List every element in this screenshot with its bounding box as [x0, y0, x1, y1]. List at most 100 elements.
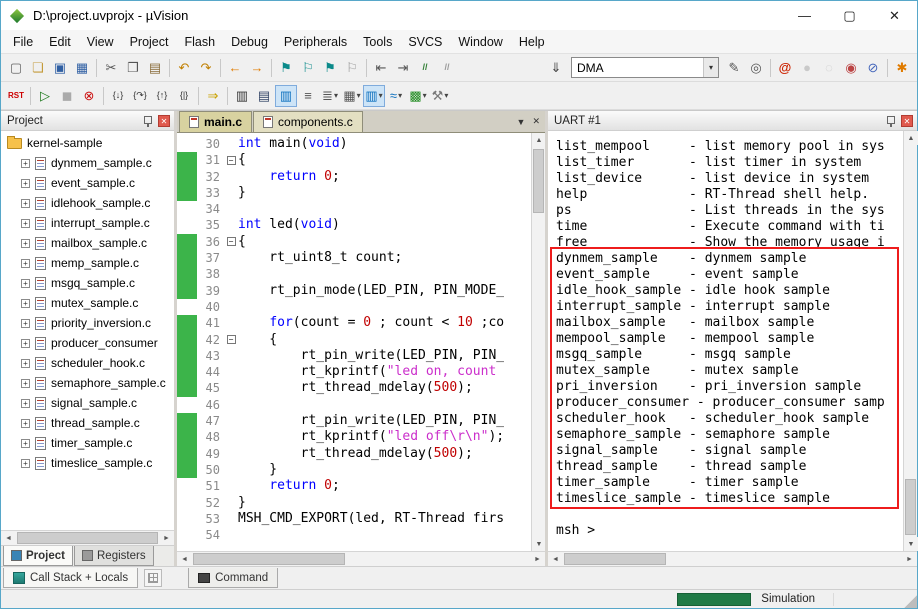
system-viewer-dropdown[interactable]: ▩ [407, 85, 429, 107]
menu-item-view[interactable]: View [79, 32, 122, 52]
expand-plus-icon[interactable] [21, 258, 30, 268]
expand-plus-icon[interactable] [21, 458, 30, 468]
scroll-track[interactable] [16, 531, 159, 545]
tree-item[interactable]: signal_sample.c [1, 393, 174, 413]
scroll-up-icon[interactable] [532, 133, 546, 147]
fold-collapse-icon[interactable] [226, 155, 236, 165]
run-to-cursor-button[interactable]: {|} [173, 85, 195, 107]
redo-button[interactable]: ↷ [195, 57, 217, 79]
tree-item[interactable]: mailbox_sample.c [1, 233, 174, 253]
minimize-button[interactable]: — [782, 1, 827, 30]
save-file-button[interactable]: ▣ [49, 57, 71, 79]
kill-all-breakpoints-button[interactable]: ⊘ [862, 57, 884, 79]
menu-item-file[interactable]: File [5, 32, 41, 52]
maximize-button[interactable]: ▢ [827, 1, 872, 30]
menu-item-window[interactable]: Window [450, 32, 510, 52]
expand-plus-icon[interactable] [21, 378, 30, 388]
expand-plus-icon[interactable] [21, 418, 30, 428]
cut-button[interactable]: ✂ [100, 57, 122, 79]
scroll-thumb[interactable] [17, 532, 158, 544]
code-area[interactable]: 30int main(void)31{32 return 0;33}3435in… [177, 133, 531, 551]
halt-button[interactable]: ⊗ [78, 85, 100, 107]
fold-collapse-icon[interactable] [226, 237, 236, 247]
pin-icon[interactable] [142, 115, 153, 127]
pin-icon[interactable] [885, 115, 896, 127]
tree-root-item[interactable]: kernel-sample [1, 133, 174, 153]
bookmark-previous-button[interactable]: ⚐ [297, 57, 319, 79]
expand-plus-icon[interactable] [21, 278, 30, 288]
expand-plus-icon[interactable] [21, 398, 30, 408]
expand-plus-icon[interactable] [21, 198, 30, 208]
scroll-right-icon[interactable] [530, 551, 545, 567]
indent-button[interactable]: ⇥ [392, 57, 414, 79]
expand-plus-icon[interactable] [21, 238, 30, 248]
scroll-thumb[interactable] [564, 553, 666, 565]
serial-window-button[interactable]: ▥ [275, 84, 297, 107]
tree-item[interactable]: semaphore_sample.c [1, 373, 174, 393]
menu-item-project[interactable]: Project [122, 32, 177, 52]
resize-grip[interactable] [903, 594, 917, 608]
uart-hscrollbar[interactable] [548, 551, 917, 567]
target-options-button[interactable]: ✱ [891, 57, 913, 79]
menu-item-peripherals[interactable]: Peripherals [276, 32, 355, 52]
uart-vscrollbar[interactable] [903, 131, 918, 551]
scroll-track[interactable] [563, 552, 902, 566]
menu-item-edit[interactable]: Edit [41, 32, 79, 52]
tree-item[interactable]: timeslice_sample.c [1, 453, 174, 473]
find-in-files-button[interactable]: ◎ [745, 57, 767, 79]
uncomment-button[interactable]: // [436, 57, 458, 79]
bookmark-clear-button[interactable]: ⚐ [341, 57, 363, 79]
toolbox-dropdown[interactable]: ⚒ [429, 85, 451, 107]
flash-download-button[interactable]: ⇓ [545, 57, 567, 79]
scroll-track[interactable] [904, 145, 917, 537]
show-next-statement-button[interactable]: ⇒ [202, 85, 224, 107]
undo-button[interactable]: ↶ [173, 57, 195, 79]
registers-window-button[interactable]: ≡ [297, 85, 319, 107]
debug-session-button[interactable]: @ [774, 57, 796, 79]
tree-item[interactable]: interrupt_sample.c [1, 213, 174, 233]
expand-plus-icon[interactable] [21, 158, 30, 168]
scroll-thumb[interactable] [533, 149, 544, 213]
navigate-back-button[interactable]: ← [224, 57, 246, 79]
panel-close-icon[interactable] [901, 114, 913, 127]
scroll-track[interactable] [532, 147, 545, 537]
step-out-button[interactable]: {↑} [151, 85, 173, 107]
analysis-windows-dropdown[interactable]: ≈ [385, 85, 407, 107]
disassembly-window-button[interactable]: ▤ [253, 85, 275, 107]
tab-close-icon[interactable]: ✕ [532, 116, 540, 127]
watch-window-dropdown[interactable]: ≣ [319, 85, 341, 107]
chevron-down-icon[interactable] [703, 58, 718, 77]
configure-target-button[interactable]: ✎ [723, 57, 745, 79]
command-tab[interactable]: Command [188, 568, 279, 588]
step-into-button[interactable]: {↓} [107, 85, 129, 107]
scroll-left-icon[interactable] [177, 551, 192, 567]
open-file-button[interactable]: ❏ [27, 57, 49, 79]
scroll-left-icon[interactable] [548, 551, 563, 567]
expand-plus-icon[interactable] [21, 438, 30, 448]
dock-windows-button[interactable] [144, 569, 163, 587]
scroll-up-icon[interactable] [904, 131, 918, 145]
new-file-button[interactable]: ▢ [5, 57, 27, 79]
bookmark-next-button[interactable]: ⚑ [319, 57, 341, 79]
expand-plus-icon[interactable] [21, 358, 30, 368]
expand-plus-icon[interactable] [21, 178, 30, 188]
editor-vscrollbar[interactable] [531, 133, 546, 551]
tree-item[interactable]: dynmem_sample.c [1, 153, 174, 173]
tree-item[interactable]: msgq_sample.c [1, 273, 174, 293]
scroll-track[interactable] [192, 552, 530, 566]
scroll-thumb[interactable] [193, 553, 346, 565]
expand-plus-icon[interactable] [21, 338, 30, 348]
panel-tab-project[interactable]: Project [3, 546, 73, 566]
tree-item[interactable]: mutex_sample.c [1, 293, 174, 313]
menu-item-debug[interactable]: Debug [223, 32, 276, 52]
tree-item[interactable]: producer_consumer [1, 333, 174, 353]
scroll-thumb[interactable] [905, 479, 916, 535]
scroll-right-icon[interactable] [902, 551, 917, 567]
save-all-button[interactable]: ▦ [71, 57, 93, 79]
tree-item[interactable]: scheduler_hook.c [1, 353, 174, 373]
navigate-forward-button[interactable]: → [246, 57, 268, 79]
expand-plus-icon[interactable] [21, 318, 30, 328]
fold-collapse-icon[interactable] [226, 335, 236, 345]
editor-hscrollbar[interactable] [177, 551, 545, 567]
panel-close-icon[interactable] [158, 114, 170, 127]
